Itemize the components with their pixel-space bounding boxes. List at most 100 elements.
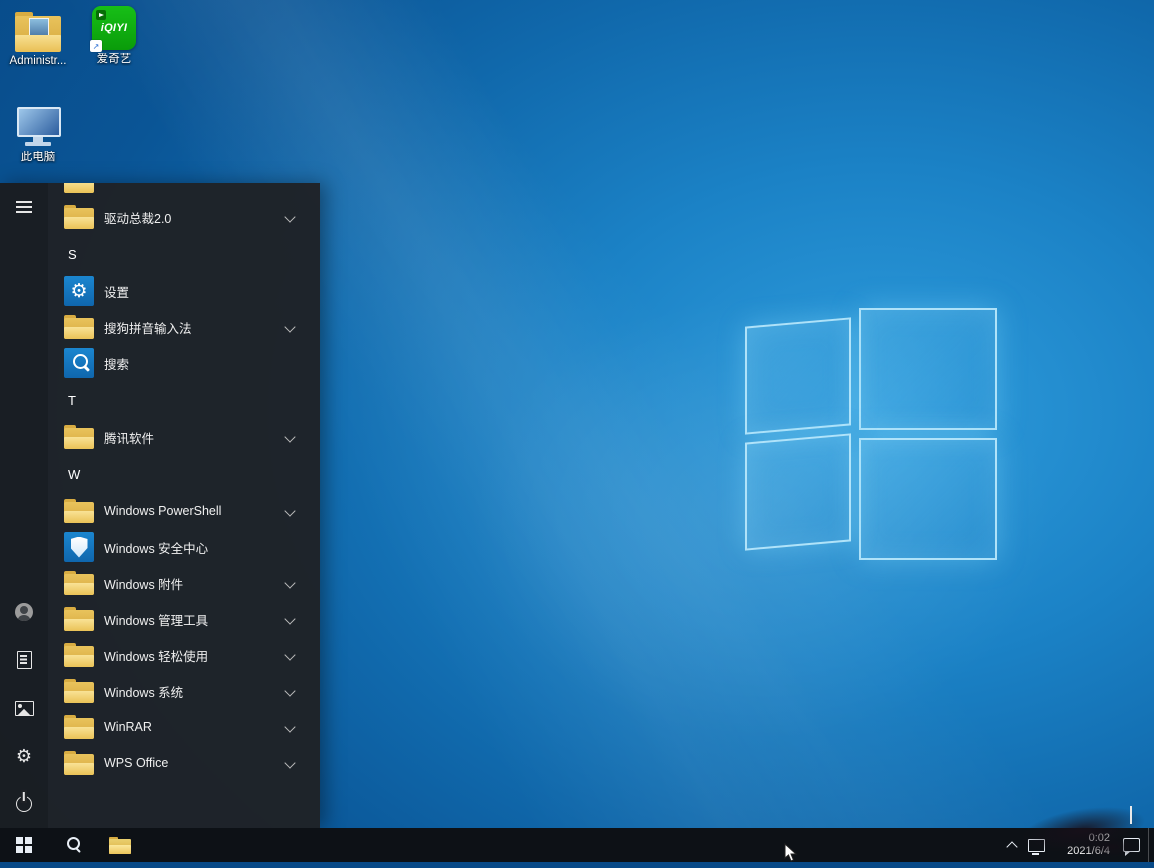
folder-icon (64, 680, 94, 703)
start-item-label: 搜狗拼音输入法 (104, 318, 192, 337)
windows-logo-pane (859, 308, 997, 430)
taskbar: 0:02 2021/6/4 (0, 828, 1154, 862)
clock-time: 0:02 (1048, 832, 1110, 845)
start-menu: ⚙ 驱动总裁2.0S ⚙ 设置搜狗拼音输入法搜索 T 腾讯软件 W Windows Powe… (0, 183, 320, 828)
windows-logo-pane (745, 317, 851, 434)
settings-gear-tile: ⚙ (64, 276, 94, 306)
desktop-icon-iqiyi[interactable]: iQIYI↗ 爱奇艺 (76, 4, 152, 66)
rail-pictures-button[interactable] (0, 684, 48, 732)
start-item-label: 设置 (104, 282, 129, 301)
start-menu-item-clipped[interactable] (48, 183, 320, 199)
chevron-down-icon[interactable] (284, 577, 295, 588)
desktop-icon-label: 爱奇艺 (76, 53, 152, 66)
desktop-icon-user-folder[interactable]: Administr... (0, 6, 76, 68)
chevron-down-icon[interactable] (284, 211, 295, 222)
rail-power-button[interactable] (0, 780, 48, 828)
section-header-t[interactable]: T (48, 381, 320, 419)
start-menu-item[interactable]: 搜索 (48, 345, 320, 381)
start-menu-item[interactable]: Windows 安全中心 (48, 529, 320, 565)
rail-documents-button[interactable] (0, 636, 48, 684)
start-menu-item[interactable]: Windows 轻松使用 (48, 637, 320, 673)
start-item-label: 腾讯软件 (104, 428, 154, 447)
rail-spacer (0, 231, 48, 588)
start-item-label: Windows 安全中心 (104, 538, 208, 557)
shield-icon (71, 537, 88, 558)
desktop-icon-label: 此电脑 (0, 151, 76, 164)
chevron-down-icon[interactable] (284, 649, 295, 660)
folder-icon (64, 752, 94, 775)
start-item-label: 搜索 (104, 354, 129, 373)
chevron-down-icon[interactable] (284, 757, 295, 768)
iqiyi-play-mark-icon (96, 10, 106, 20)
tray-display-button[interactable] (1024, 828, 1048, 862)
section-header-w[interactable]: W (48, 455, 320, 493)
start-menu-item[interactable]: Windows PowerShell (48, 493, 320, 529)
windows-logo-pane (745, 433, 851, 550)
this-pc-graphic (14, 106, 62, 148)
start-menu-item[interactable]: WinRAR (48, 709, 320, 745)
iqiyi-logo-text: iQIYI (101, 22, 128, 34)
display-icon (1028, 839, 1045, 852)
start-menu-item[interactable]: ⚙ 设置 (48, 273, 320, 309)
gear-icon: ⚙ (70, 282, 87, 301)
folder-icon (64, 572, 94, 595)
desktop-icon-this-pc[interactable]: 此电脑 (0, 102, 76, 164)
wallpaper-windows-logo (745, 308, 997, 560)
taskbar-search-button[interactable] (48, 828, 96, 862)
start-menu-item[interactable]: 腾讯软件 (48, 419, 320, 455)
start-item-label: WinRAR (104, 720, 152, 734)
folder-icon (64, 183, 94, 193)
taskbar-file-explorer-button[interactable] (96, 828, 144, 862)
start-menu-app-list: 驱动总裁2.0S ⚙ 设置搜狗拼音输入法搜索 T 腾讯软件 W Windows PowerS… (48, 183, 320, 828)
folder-icon (64, 206, 94, 229)
start-item-iconbox (64, 640, 94, 670)
chevron-up-icon (1006, 841, 1017, 852)
chevron-down-icon[interactable] (284, 431, 295, 442)
start-menu-item[interactable]: WPS Office (48, 745, 320, 781)
security-shield-tile (64, 532, 94, 562)
start-item-label: WPS Office (104, 756, 168, 770)
start-item-iconbox (64, 183, 94, 196)
search-icon (67, 837, 80, 850)
folder-icon (64, 716, 94, 739)
show-desktop-button[interactable] (1148, 828, 1154, 862)
file-explorer-icon (109, 837, 131, 854)
iqiyi-icon: iQIYI↗ (76, 4, 152, 50)
start-item-iconbox (64, 422, 94, 452)
desktop-icon-label: Administr... (0, 55, 76, 68)
start-item-label: Windows 轻松使用 (104, 646, 208, 665)
start-item-iconbox (64, 532, 94, 562)
start-button[interactable] (0, 828, 48, 862)
start-menu-item[interactable]: 搜狗拼音输入法 (48, 309, 320, 345)
folder-icon (64, 316, 94, 339)
rail-settings-button[interactable]: ⚙ (0, 732, 48, 780)
rail-hamburger-button[interactable] (0, 183, 48, 231)
start-menu-item[interactable]: Windows 附件 (48, 565, 320, 601)
start-menu-item[interactable]: 驱动总裁2.0 (48, 199, 320, 235)
start-item-label: Windows 附件 (104, 574, 183, 593)
action-center-button[interactable] (1116, 828, 1140, 862)
white-tick-mark (1130, 806, 1132, 824)
chevron-down-icon[interactable] (284, 505, 295, 516)
chevron-down-icon[interactable] (284, 321, 295, 332)
chevron-down-icon[interactable] (284, 685, 295, 696)
start-menu-item[interactable]: Windows 管理工具 (48, 601, 320, 637)
rail-account-button[interactable] (0, 588, 48, 636)
taskbar-clock[interactable]: 0:02 2021/6/4 (1048, 832, 1116, 858)
folder-icon (64, 426, 94, 449)
start-item-iconbox (64, 202, 94, 232)
section-header-s[interactable]: S (48, 235, 320, 273)
chevron-down-icon[interactable] (284, 613, 295, 624)
folder-icon (64, 644, 94, 667)
start-item-iconbox (64, 676, 94, 706)
clock-date: 2021/6/4 (1048, 845, 1110, 858)
search-tile (64, 348, 94, 378)
folder-icon (64, 608, 94, 631)
chevron-down-icon[interactable] (284, 721, 295, 732)
user-folder-icon (0, 6, 76, 52)
user-folder-graphic (14, 12, 62, 52)
start-item-label: Windows PowerShell (104, 504, 221, 518)
start-menu-item[interactable]: Windows 系统 (48, 673, 320, 709)
start-item-iconbox: ⚙ (64, 276, 94, 306)
tray-expand-button[interactable] (1000, 828, 1024, 862)
